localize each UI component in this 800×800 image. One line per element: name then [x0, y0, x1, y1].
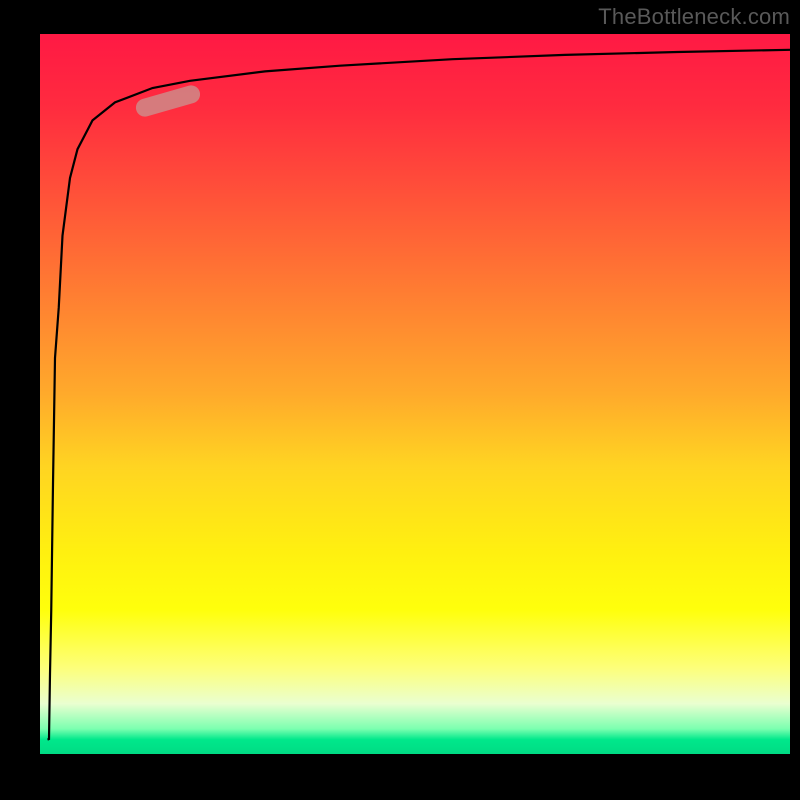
bottleneck-curve — [48, 50, 791, 740]
chart-canvas: TheBottleneck.com — [0, 0, 800, 800]
plot-area — [40, 34, 790, 754]
highlight-marker — [134, 83, 202, 118]
watermark-text: TheBottleneck.com — [598, 4, 790, 30]
curve-svg — [40, 34, 790, 754]
